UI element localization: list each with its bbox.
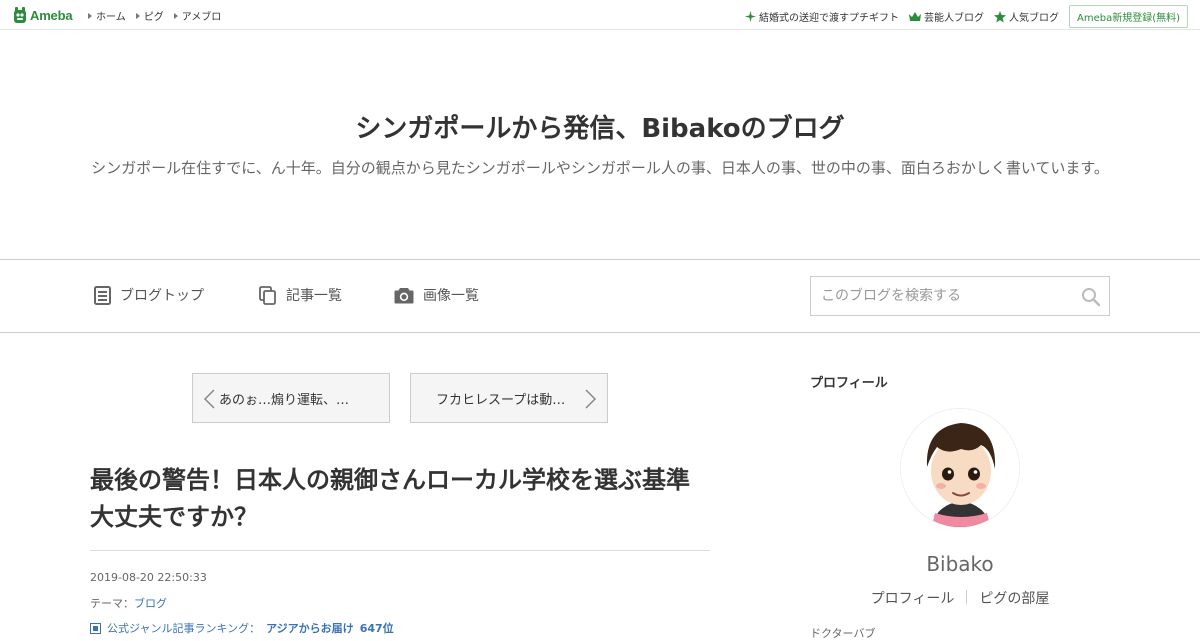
ameba-mascot-icon — [14, 6, 26, 23]
top-nav-home-label: ホーム — [96, 12, 126, 23]
ranking-line: 公式ジャンル記事ランキング： アジアからお届け 647位 — [90, 620, 394, 636]
ranking-genre-link[interactable]: アジアからお届け — [266, 620, 354, 636]
nav-images-label: 画像一覧 — [423, 288, 479, 304]
pigg-room-link[interactable]: ピグの部屋 — [979, 588, 1049, 608]
top-right-links: 結婚式の送迎で渡すプチギフト 芸能人ブログ 人気ブログ Ameba新規登録(無料… — [744, 5, 1188, 28]
star-icon — [993, 10, 1006, 22]
ranking-rank: 647位 — [359, 622, 394, 635]
link-separator — [966, 590, 968, 604]
wedding-gift-link[interactable]: 結婚式の送迎で渡すプチギフト — [744, 9, 899, 24]
top-nav-home[interactable]: ホーム — [88, 8, 126, 23]
article-title[interactable]: 最後の警告！日本人の親御さんローカル学校を選ぶ基準大丈夫ですか？ — [90, 462, 710, 536]
next-article-label: フカヒレスープは動… — [436, 392, 566, 408]
crown-icon — [908, 11, 921, 21]
camera-icon — [394, 287, 414, 303]
profile-link[interactable]: プロフィール — [871, 588, 955, 608]
theme-label: テーマ： — [90, 597, 134, 610]
prev-article-label: あのぉ…煽り運転、… — [219, 392, 350, 408]
ameba-logo-text: Ameba — [30, 7, 73, 23]
top-nav: ホーム ピグ アメブロ — [88, 8, 221, 23]
triangle-right-icon — [88, 12, 92, 19]
article-date: 2019-08-20 22:50:33 — [90, 571, 207, 584]
blog-title[interactable]: シンガポールから発信、Bibakoのブログ — [0, 108, 1200, 145]
avatar[interactable] — [900, 408, 1020, 528]
nav-articles-label: 記事一覧 — [286, 288, 342, 304]
wedding-gift-label: 結婚式の送迎で渡すプチギフト — [758, 13, 899, 24]
triangle-right-icon — [135, 12, 140, 19]
top-nav-ameblo-label: アメブロ — [181, 12, 222, 23]
ameba-logo[interactable]: Ameba — [13, 6, 73, 24]
celebrity-blog-label: 芸能人ブログ — [923, 13, 984, 24]
ameba-header-bar: Ameba ホーム ピグ アメブロ 結婚式の送迎で渡すプチギフト 芸能人ブログ … — [0, 0, 1200, 30]
search-input[interactable] — [811, 277, 1061, 315]
divider — [90, 550, 710, 551]
next-article-button[interactable]: フカヒレスープは動… — [410, 373, 608, 423]
search-icon[interactable] — [1081, 287, 1101, 311]
copy-documents-icon — [259, 285, 276, 305]
chevron-left-icon — [203, 389, 215, 409]
profile-name[interactable]: Bibako — [810, 552, 1110, 576]
celebrity-blog-link[interactable]: 芸能人ブログ — [908, 9, 984, 24]
ranking-label[interactable]: 公式ジャンル記事ランキング： — [107, 620, 260, 636]
blog-description: シンガポール在住すでに、ん十年。自分の観点から見たシンガポールやシンガポール人の… — [91, 159, 1109, 177]
nav-blog-top[interactable]: ブログトップ — [94, 285, 204, 305]
sparkle-icon — [744, 11, 756, 22]
theme-link[interactable]: ブログ — [134, 597, 167, 610]
article-theme: テーマ：ブログ — [90, 595, 167, 611]
chevron-right-icon — [585, 389, 597, 409]
sidebar-partial-text: ドクターバブ — [810, 627, 876, 640]
popular-blog-label: 人気ブログ — [1008, 13, 1059, 24]
blog-search — [810, 276, 1110, 316]
register-button[interactable]: Ameba新規登録(無料) — [1068, 5, 1188, 28]
top-nav-ameblo[interactable]: アメブロ — [173, 8, 222, 23]
ranking-icon — [90, 622, 101, 634]
triangle-right-icon — [173, 12, 178, 19]
nav-blog-top-label: ブログトップ — [120, 288, 204, 304]
nav-images[interactable]: 画像一覧 — [394, 285, 479, 305]
nav-articles[interactable]: 記事一覧 — [259, 285, 342, 305]
blog-nav-bar: ブログトップ 記事一覧 画像一覧 — [0, 259, 1200, 333]
top-nav-pigg-label: ピグ — [143, 12, 164, 23]
document-icon — [94, 285, 111, 305]
prev-article-button[interactable]: あのぉ…煽り運転、… — [192, 373, 390, 423]
popular-blog-link[interactable]: 人気ブログ — [993, 9, 1059, 24]
profile-heading: プロフィール — [810, 376, 888, 391]
profile-links: プロフィール ピグの部屋 — [810, 588, 1110, 608]
top-nav-pigg[interactable]: ピグ — [135, 8, 164, 23]
